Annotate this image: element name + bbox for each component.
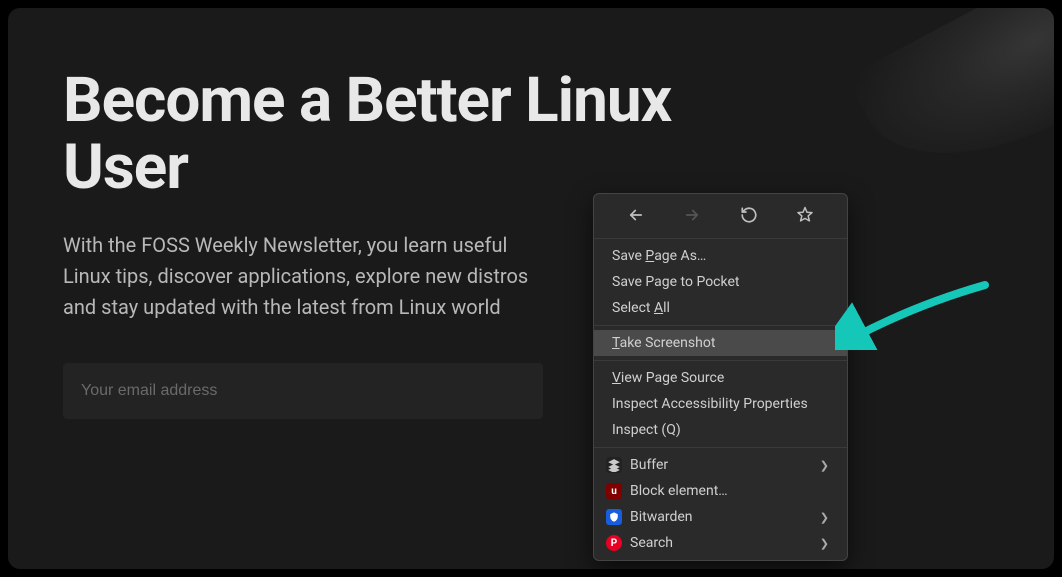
menu-item-save-page-to-pocket[interactable]: Save Page to Pocket	[594, 269, 847, 295]
menu-item-label: View Page Source	[612, 370, 829, 386]
chevron-right-icon: ❯	[820, 459, 829, 472]
menu-item-label: Buffer	[630, 457, 820, 473]
menu-item-bitwarden[interactable]: Bitwarden❯	[594, 504, 847, 530]
forward-button[interactable]	[681, 204, 703, 226]
menu-item-label: Select All	[612, 300, 829, 316]
context-menu-nav	[594, 194, 847, 239]
menu-item-inspect-q[interactable]: Inspect (Q)	[594, 417, 847, 443]
email-input[interactable]	[63, 363, 543, 419]
context-menu: Save Page As… Save Page to Pocket Select A…	[593, 193, 848, 561]
bookmark-button[interactable]	[794, 204, 816, 226]
menu-section: Save Page As… Save Page to Pocket Select A…	[594, 239, 847, 326]
menu-item-label: Save Page to Pocket	[612, 274, 829, 290]
back-button[interactable]	[625, 204, 647, 226]
decorative-pen	[846, 8, 1054, 201]
menu-item-label: Search	[630, 535, 820, 551]
menu-section: Buffer❯uBlock element…Bitwarden❯PSearch❯	[594, 448, 847, 560]
page-heading: Become a Better Linux User	[63, 68, 763, 202]
menu-item-view-page-source[interactable]: View Page Source	[594, 365, 847, 391]
menu-item-label: Inspect (Q)	[612, 422, 829, 438]
page-subtext: With the FOSS Weekly Newsletter, you lea…	[63, 230, 543, 323]
page-content: Become a Better Linux User With the FOSS…	[8, 8, 1054, 569]
menu-item-take-screenshot[interactable]: Take Screenshot	[594, 330, 847, 356]
menu-item-label: Take Screenshot	[612, 335, 829, 351]
menu-item-save-page-as[interactable]: Save Page As…	[594, 243, 847, 269]
menu-item-label: Inspect Accessibility Properties	[612, 396, 829, 412]
menu-item-label: Block element…	[630, 483, 829, 499]
menu-section: Take Screenshot	[594, 326, 847, 361]
menu-item-buffer[interactable]: Buffer❯	[594, 452, 847, 478]
menu-item-inspect-accessibility-properties[interactable]: Inspect Accessibility Properties	[594, 391, 847, 417]
menu-item-select-all[interactable]: Select All	[594, 295, 847, 321]
menu-item-label: Bitwarden	[630, 509, 820, 525]
reload-button[interactable]	[738, 204, 760, 226]
menu-item-label: Save Page As…	[612, 248, 829, 264]
chevron-right-icon: ❯	[820, 511, 829, 524]
menu-item-block-element[interactable]: uBlock element…	[594, 478, 847, 504]
chevron-right-icon: ❯	[820, 537, 829, 550]
menu-item-search[interactable]: PSearch❯	[594, 530, 847, 556]
menu-section: View Page Source Inspect Accessibility Pr…	[594, 361, 847, 448]
